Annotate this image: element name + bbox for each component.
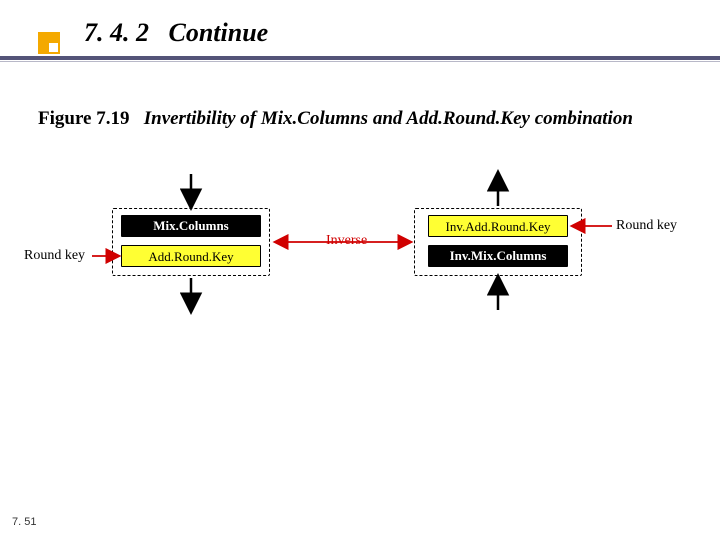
diagram: Mix.Columns Add.Round.Key Inv.Add.Round.… [0,160,720,360]
header-rule-thin [0,61,720,62]
figure-label: Figure 7.19 [38,108,129,129]
header-bullet-icon [38,32,60,54]
step-mixcolumns: Mix.Columns [121,215,261,237]
header-rule-thick [0,56,720,60]
step-invaddroundkey: Inv.Add.Round.Key [428,215,568,237]
figure-caption: Figure 7.19 Invertibility of Mix.Columns… [38,108,633,130]
figure-title: Invertibility of Mix.Columns and Add.Rou… [144,108,633,129]
label-roundkey-left: Round key [24,248,85,264]
section-word: Continue [169,18,269,47]
label-inverse: Inverse [326,233,367,249]
diagram-arrows [0,160,720,360]
label-roundkey-right: Round key [616,218,677,234]
step-addroundkey: Add.Round.Key [121,245,261,267]
section-title: 7. 4. 2 Continue [84,18,268,48]
step-invmixcolumns: Inv.Mix.Columns [428,245,568,267]
page-number: 7. 51 [12,516,36,528]
section-number: 7. 4. 2 [84,18,149,47]
